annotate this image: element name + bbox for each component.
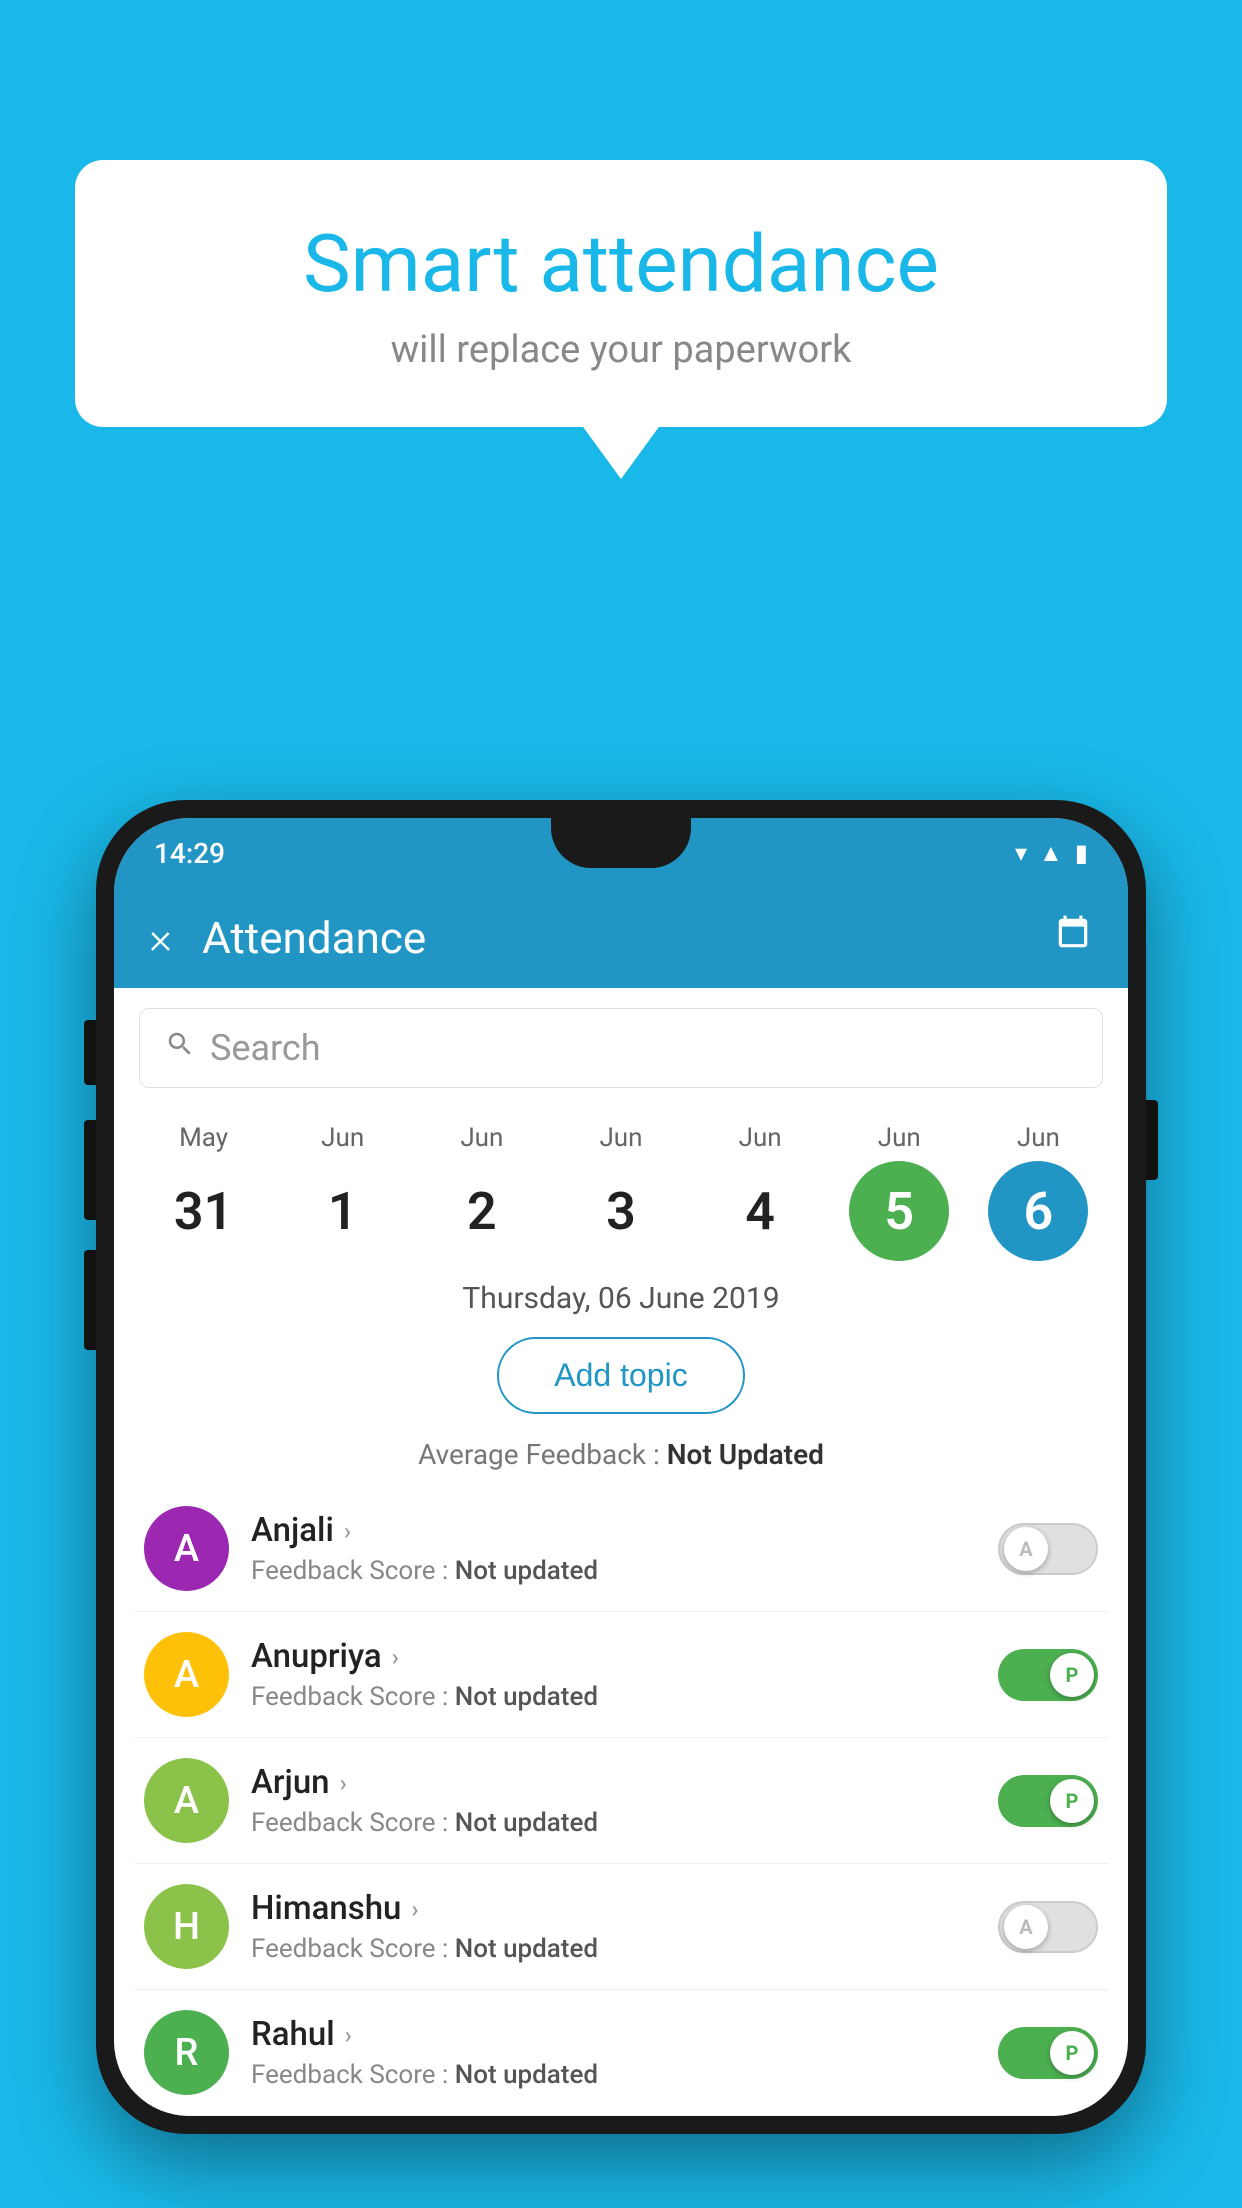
student-name: Rahul › [251, 2015, 976, 2054]
student-info: Anjali › Feedback Score : Not updated [251, 1511, 976, 1586]
student-name: Arjun › [251, 1763, 976, 1802]
calendar-day[interactable]: May 31 [144, 1123, 264, 1261]
search-placeholder: Search [210, 1027, 321, 1069]
selected-date-label: Thursday, 06 June 2019 [114, 1266, 1128, 1324]
cal-date[interactable]: 2 [432, 1161, 532, 1261]
add-topic-button[interactable]: Add topic [497, 1337, 744, 1414]
app-bar: × Attendance [114, 888, 1128, 988]
calendar-icon[interactable] [1053, 914, 1093, 962]
calendar-day[interactable]: Jun 5 [839, 1123, 959, 1261]
search-icon [165, 1029, 195, 1067]
toggle-knob: P [1050, 1653, 1094, 1697]
chevron-icon: › [345, 2021, 352, 2049]
signal-icon: ▲ [1039, 839, 1063, 868]
side-button-left-vol-down [84, 1250, 96, 1350]
attendance-toggle[interactable]: A [998, 1523, 1098, 1575]
chevron-icon: › [340, 1769, 347, 1797]
cal-month: Jun [1017, 1123, 1060, 1153]
feedback-score: Feedback Score : Not updated [251, 1934, 976, 1964]
calendar-row: May 31 Jun 1 Jun 2 Jun 3 Jun 4 Jun 5 Jun 6 [114, 1103, 1128, 1266]
toggle-knob: P [1050, 1779, 1094, 1823]
avatar: H [144, 1884, 229, 1969]
attendance-toggle[interactable]: P [998, 2027, 1098, 2079]
avg-feedback-value: Not Updated [667, 1438, 824, 1471]
calendar-day[interactable]: Jun 6 [978, 1123, 1098, 1261]
student-item[interactable]: A Anupriya › Feedback Score : Not updated P [134, 1612, 1108, 1738]
cal-date[interactable]: 1 [293, 1161, 393, 1261]
phone-screen: 14:29 ▾ ▲ ▮ × Attendance [114, 818, 1128, 2116]
toggle-knob: A [1004, 1527, 1048, 1571]
student-list: AAnjali ›Feedback Score : Not updatedAAA… [114, 1486, 1128, 2116]
toggle-knob: A [1004, 1905, 1048, 1949]
cal-month: Jun [321, 1123, 364, 1153]
student-info: Rahul › Feedback Score : Not updated [251, 2015, 976, 2090]
student-info: Himanshu › Feedback Score : Not updated [251, 1889, 976, 1964]
wifi-icon: ▾ [1015, 839, 1027, 867]
feedback-score: Feedback Score : Not updated [251, 2060, 976, 2090]
status-bar: 14:29 ▾ ▲ ▮ [114, 818, 1128, 888]
side-button-left-power [84, 1020, 96, 1085]
cal-month: Jun [599, 1123, 642, 1153]
phone-outer: 14:29 ▾ ▲ ▮ × Attendance [96, 800, 1146, 2134]
student-item[interactable]: A Anjali › Feedback Score : Not updated A [134, 1486, 1108, 1612]
avatar: R [144, 2010, 229, 2095]
cal-month: May [179, 1123, 228, 1153]
cal-date[interactable]: 3 [571, 1161, 671, 1261]
speech-bubble: Smart attendance will replace your paper… [75, 160, 1167, 427]
feedback-score: Feedback Score : Not updated [251, 1556, 976, 1586]
calendar-day[interactable]: Jun 2 [422, 1123, 542, 1261]
attendance-toggle[interactable]: P [998, 1775, 1098, 1827]
avg-feedback: Average Feedback : Not Updated [114, 1438, 1128, 1486]
calendar-day[interactable]: Jun 1 [283, 1123, 403, 1261]
student-info: Anupriya › Feedback Score : Not updated [251, 1637, 976, 1712]
avatar: A [144, 1632, 229, 1717]
status-icons: ▾ ▲ ▮ [1015, 839, 1088, 868]
student-item[interactable]: A Arjun › Feedback Score : Not updated P [134, 1738, 1108, 1864]
bubble-subtitle: will replace your paperwork [125, 328, 1117, 372]
calendar-day[interactable]: Jun 4 [700, 1123, 820, 1261]
toggle-knob: P [1050, 2031, 1094, 2075]
student-info: Arjun › Feedback Score : Not updated [251, 1763, 976, 1838]
cal-date[interactable]: 5 [849, 1161, 949, 1261]
attendance-toggle[interactable]: A [998, 1901, 1098, 1953]
cal-month: Jun [878, 1123, 921, 1153]
cal-date[interactable]: 31 [154, 1161, 254, 1261]
cal-month: Jun [739, 1123, 782, 1153]
cal-month: Jun [460, 1123, 503, 1153]
phone-notch [551, 818, 691, 868]
student-name: Anjali › [251, 1511, 976, 1550]
student-item[interactable]: H Himanshu › Feedback Score : Not updated A [134, 1864, 1108, 1990]
cal-date[interactable]: 4 [710, 1161, 810, 1261]
side-button-right [1146, 1100, 1158, 1180]
avatar: A [144, 1506, 229, 1591]
avg-feedback-prefix: Average Feedback : [418, 1438, 667, 1471]
feedback-score: Feedback Score : Not updated [251, 1808, 976, 1838]
student-name: Himanshu › [251, 1889, 976, 1928]
chevron-icon: › [411, 1895, 418, 1923]
feedback-score: Feedback Score : Not updated [251, 1682, 976, 1712]
side-button-left-vol-up [84, 1120, 96, 1220]
student-item[interactable]: R Rahul › Feedback Score : Not updated P [134, 1990, 1108, 2116]
student-name: Anupriya › [251, 1637, 976, 1676]
status-time: 14:29 [154, 837, 225, 870]
avatar: A [144, 1758, 229, 1843]
phone-inner: 14:29 ▾ ▲ ▮ × Attendance [114, 818, 1128, 2116]
close-button[interactable]: × [149, 916, 172, 960]
phone-wrapper: 14:29 ▾ ▲ ▮ × Attendance [96, 800, 1146, 2134]
chevron-icon: › [392, 1643, 399, 1671]
cal-date[interactable]: 6 [988, 1161, 1088, 1261]
attendance-toggle[interactable]: P [998, 1649, 1098, 1701]
battery-icon: ▮ [1075, 839, 1088, 867]
app-bar-title: Attendance [202, 912, 1023, 964]
bubble-title: Smart attendance [125, 220, 1117, 308]
chevron-icon: › [344, 1517, 351, 1545]
search-bar[interactable]: Search [139, 1008, 1103, 1088]
calendar-day[interactable]: Jun 3 [561, 1123, 681, 1261]
